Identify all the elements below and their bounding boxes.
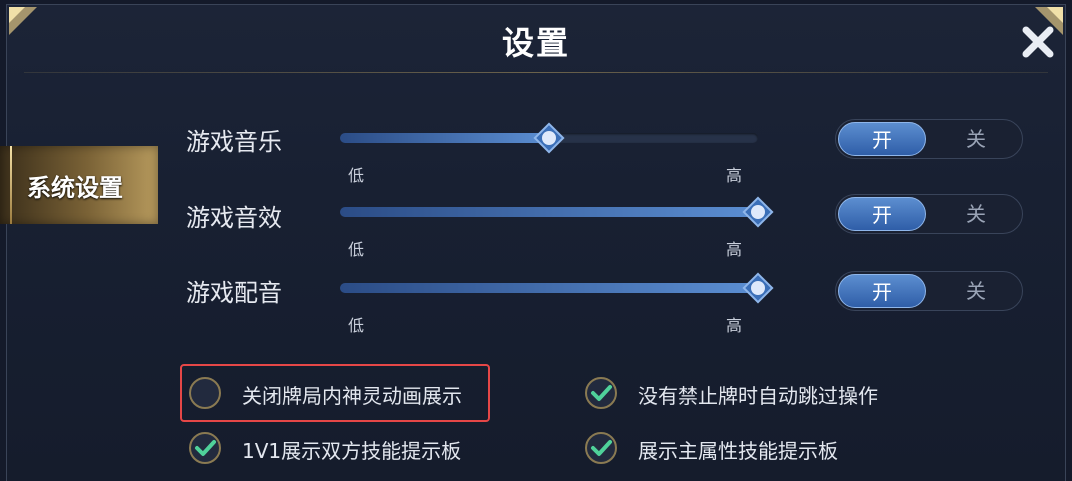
slider-min-label: 低 bbox=[348, 240, 365, 259]
voice-toggle: 开 关 bbox=[835, 271, 1023, 311]
slider-min-label: 低 bbox=[348, 316, 365, 335]
toggle-on-button[interactable]: 开 bbox=[838, 274, 926, 308]
slider-max-label: 高 bbox=[726, 166, 743, 185]
voice-label: 游戏配音 bbox=[186, 279, 282, 307]
slider-handle-icon[interactable] bbox=[741, 271, 775, 305]
music-slider[interactable] bbox=[340, 122, 758, 154]
slider-max-label: 高 bbox=[726, 316, 743, 335]
toggle-off-button[interactable]: 关 bbox=[932, 122, 1020, 156]
option-label: 展示主属性技能提示板 bbox=[638, 439, 838, 463]
slider-handle-icon[interactable] bbox=[741, 195, 775, 229]
option-label: 关闭牌局内神灵动画展示 bbox=[242, 384, 462, 408]
toggle-off-button[interactable]: 关 bbox=[932, 274, 1020, 308]
music-slider-fill bbox=[340, 133, 549, 143]
sfx-toggle: 开 关 bbox=[835, 194, 1023, 234]
option-label: 1V1展示双方技能提示板 bbox=[242, 439, 462, 463]
sfx-slider-fill bbox=[340, 207, 758, 217]
option-label: 没有禁止牌时自动跳过操作 bbox=[638, 384, 878, 408]
voice-slider-fill bbox=[340, 283, 758, 293]
checkbox-icon bbox=[189, 432, 221, 464]
slider-min-label: 低 bbox=[348, 166, 365, 185]
sfx-label: 游戏音效 bbox=[186, 204, 282, 232]
checkbox-icon bbox=[585, 432, 617, 464]
sfx-slider[interactable] bbox=[340, 196, 774, 228]
toggle-on-button[interactable]: 开 bbox=[838, 197, 926, 231]
tab-system-settings[interactable]: 系统设置 bbox=[0, 146, 158, 224]
music-toggle: 开 关 bbox=[835, 119, 1023, 159]
tab-label: 系统设置 bbox=[27, 174, 123, 202]
checkbox-icon bbox=[585, 377, 617, 409]
close-icon[interactable] bbox=[1018, 22, 1058, 62]
toggle-off-button[interactable]: 关 bbox=[932, 197, 1020, 231]
voice-slider[interactable] bbox=[340, 272, 774, 304]
title-divider bbox=[24, 72, 1048, 73]
toggle-on-button[interactable]: 开 bbox=[838, 122, 926, 156]
page-title: 设置 bbox=[501, 24, 570, 62]
slider-handle-icon[interactable] bbox=[532, 121, 566, 155]
checkbox-icon bbox=[189, 377, 221, 409]
music-label: 游戏音乐 bbox=[186, 128, 282, 156]
slider-max-label: 高 bbox=[726, 240, 743, 259]
settings-panel bbox=[6, 4, 1066, 481]
